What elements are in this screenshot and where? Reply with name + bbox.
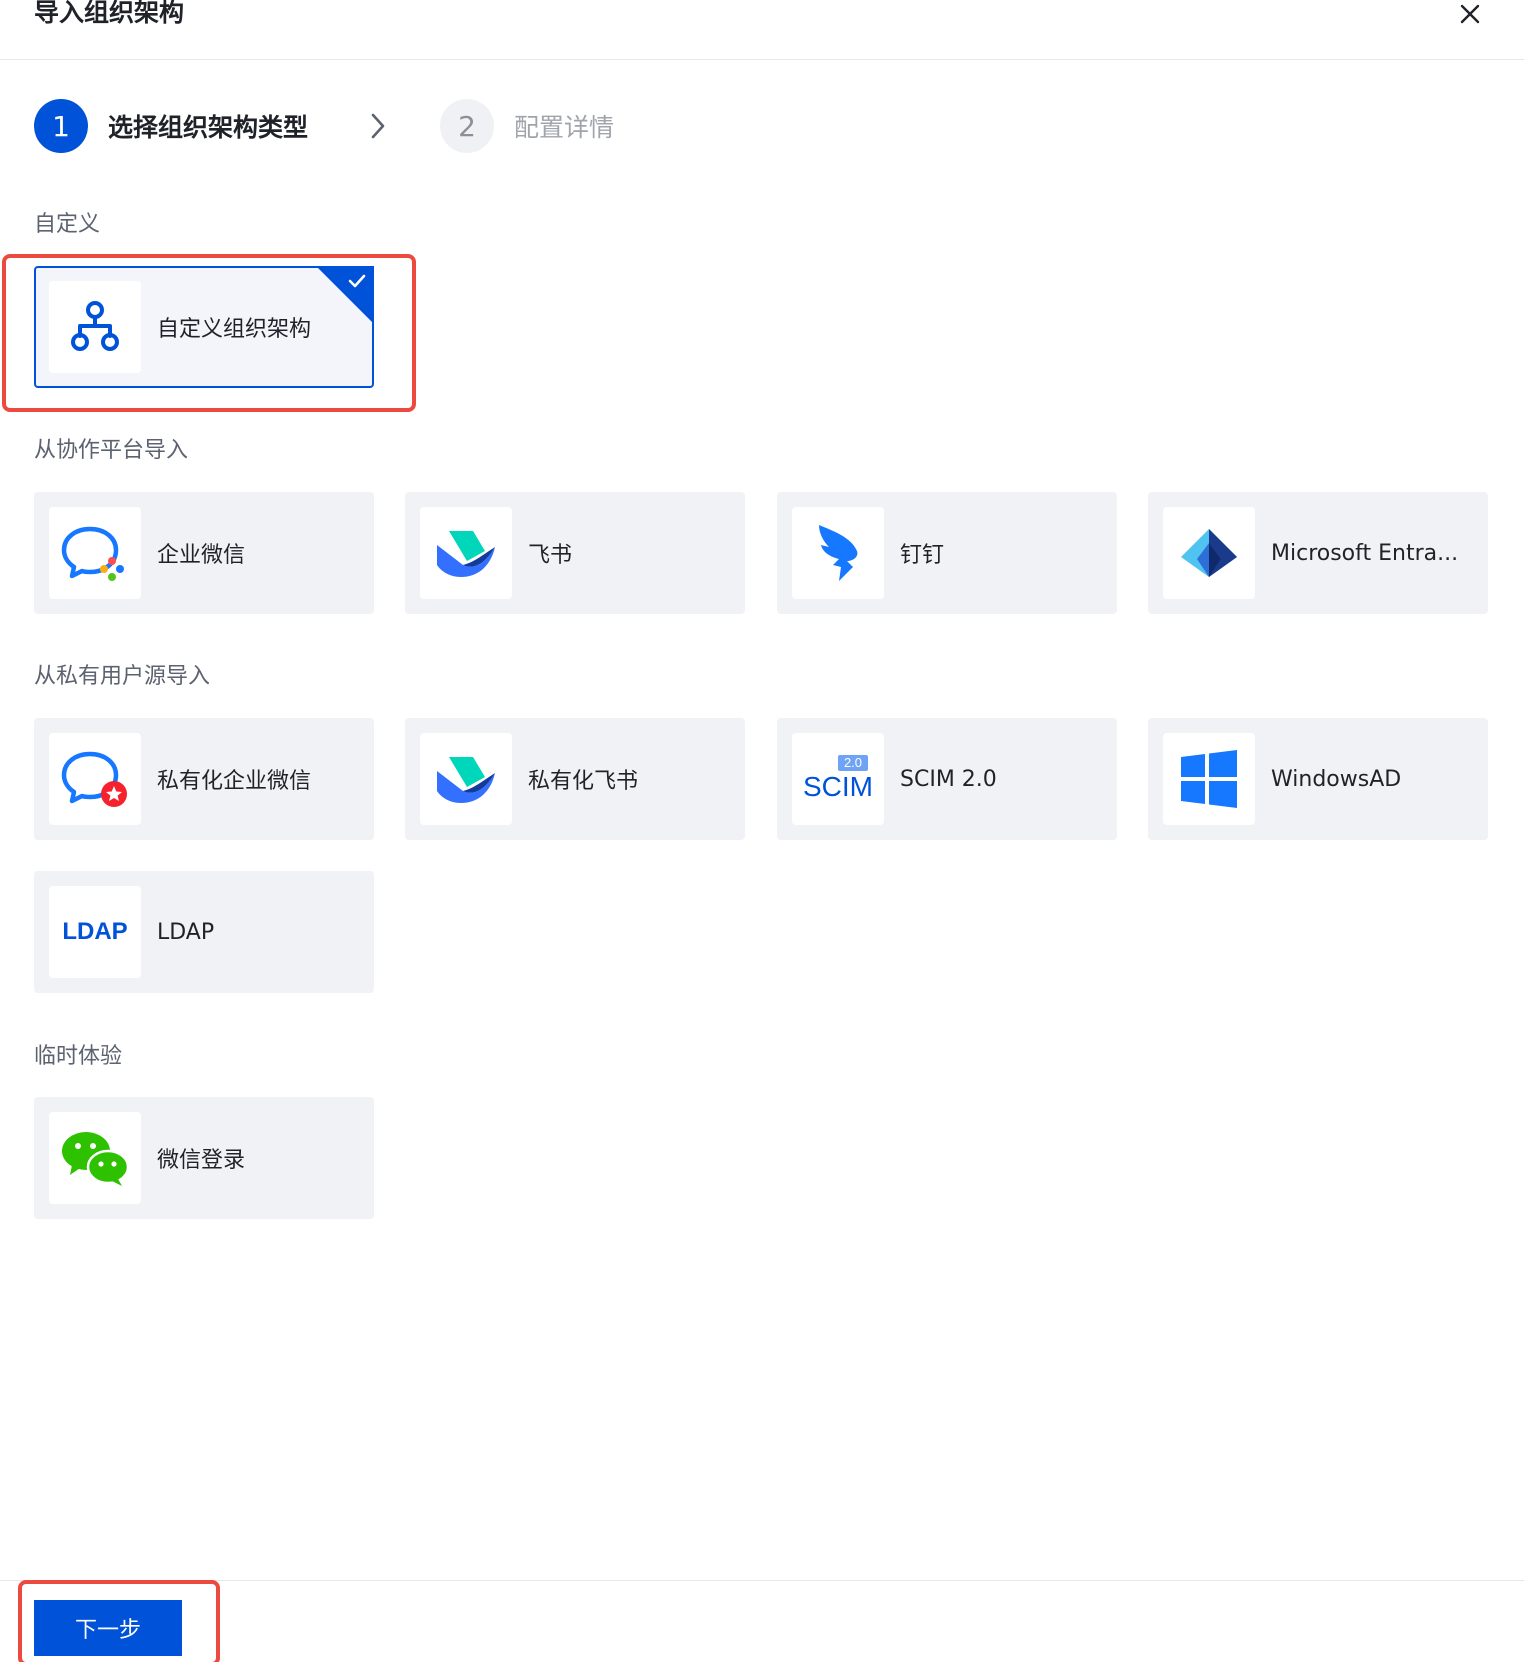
close-icon (1460, 4, 1480, 24)
card-feishu[interactable]: 飞书 (405, 492, 745, 614)
dialog-header: 导入组织架构 (0, 0, 1524, 60)
card-windowsad[interactable]: WindowsAD (1148, 718, 1488, 840)
card-entra[interactable]: Microsoft Entra... (1148, 492, 1488, 614)
step-1-number: 1 (34, 99, 88, 153)
card-label: LDAP (157, 919, 215, 945)
step-2-number: 2 (440, 99, 495, 153)
stepper: 1 选择组织架构类型 2 配置详情 (34, 98, 614, 154)
section-title-temp: 临时体验 (34, 1044, 123, 1069)
card-private-feishu[interactable]: 私有化飞书 (405, 718, 745, 840)
section-title-private: 从私有用户源导入 (34, 664, 211, 689)
card-label: 钉钉 (900, 543, 945, 568)
section-title-collab: 从协作平台导入 (34, 438, 189, 463)
ldap-logo-text: LDAP (62, 918, 128, 945)
card-scim[interactable]: 2.0 SCIM SCIM 2.0 (777, 718, 1117, 840)
card-label: 飞书 (528, 543, 573, 568)
scim-logo-text: SCIM (803, 771, 873, 802)
close-button[interactable] (1452, 0, 1488, 28)
card-label: 私有化飞书 (528, 769, 639, 794)
card-label: Microsoft Entra... (1271, 540, 1459, 566)
card-label: 微信登录 (157, 1148, 246, 1173)
card-label: 私有化企业微信 (157, 769, 312, 794)
dingtalk-icon (792, 507, 884, 599)
private-wecom-icon (49, 733, 141, 825)
step-1-label: 选择组织架构类型 (108, 113, 309, 142)
card-wechat-login[interactable]: 微信登录 (34, 1097, 374, 1219)
section-title-custom: 自定义 (34, 212, 101, 237)
microsoft-entra-icon (1163, 507, 1255, 599)
ldap-icon: LDAP (49, 886, 141, 978)
card-label: 企业微信 (157, 543, 246, 568)
feishu-icon (420, 733, 512, 825)
scim-icon: 2.0 SCIM (792, 733, 884, 825)
card-label: SCIM 2.0 (900, 766, 997, 792)
wecom-icon (49, 507, 141, 599)
scim-version-badge: 2.0 (837, 755, 869, 771)
card-dingtalk[interactable]: 钉钉 (777, 492, 1117, 614)
chevron-right-icon (368, 111, 388, 141)
dialog-title: 导入组织架构 (34, 0, 185, 27)
highlight-box-card (2, 254, 416, 412)
footer-divider (0, 1580, 1524, 1581)
feishu-icon (420, 507, 512, 599)
wechat-icon (49, 1112, 141, 1204)
card-ldap[interactable]: LDAP LDAP (34, 871, 374, 993)
step-2-label: 配置详情 (514, 113, 615, 142)
highlight-box-button (18, 1580, 220, 1662)
card-private-wecom[interactable]: 私有化企业微信 (34, 718, 374, 840)
card-wecom[interactable]: 企业微信 (34, 492, 374, 614)
card-label: WindowsAD (1271, 766, 1402, 792)
windows-icon (1163, 733, 1255, 825)
